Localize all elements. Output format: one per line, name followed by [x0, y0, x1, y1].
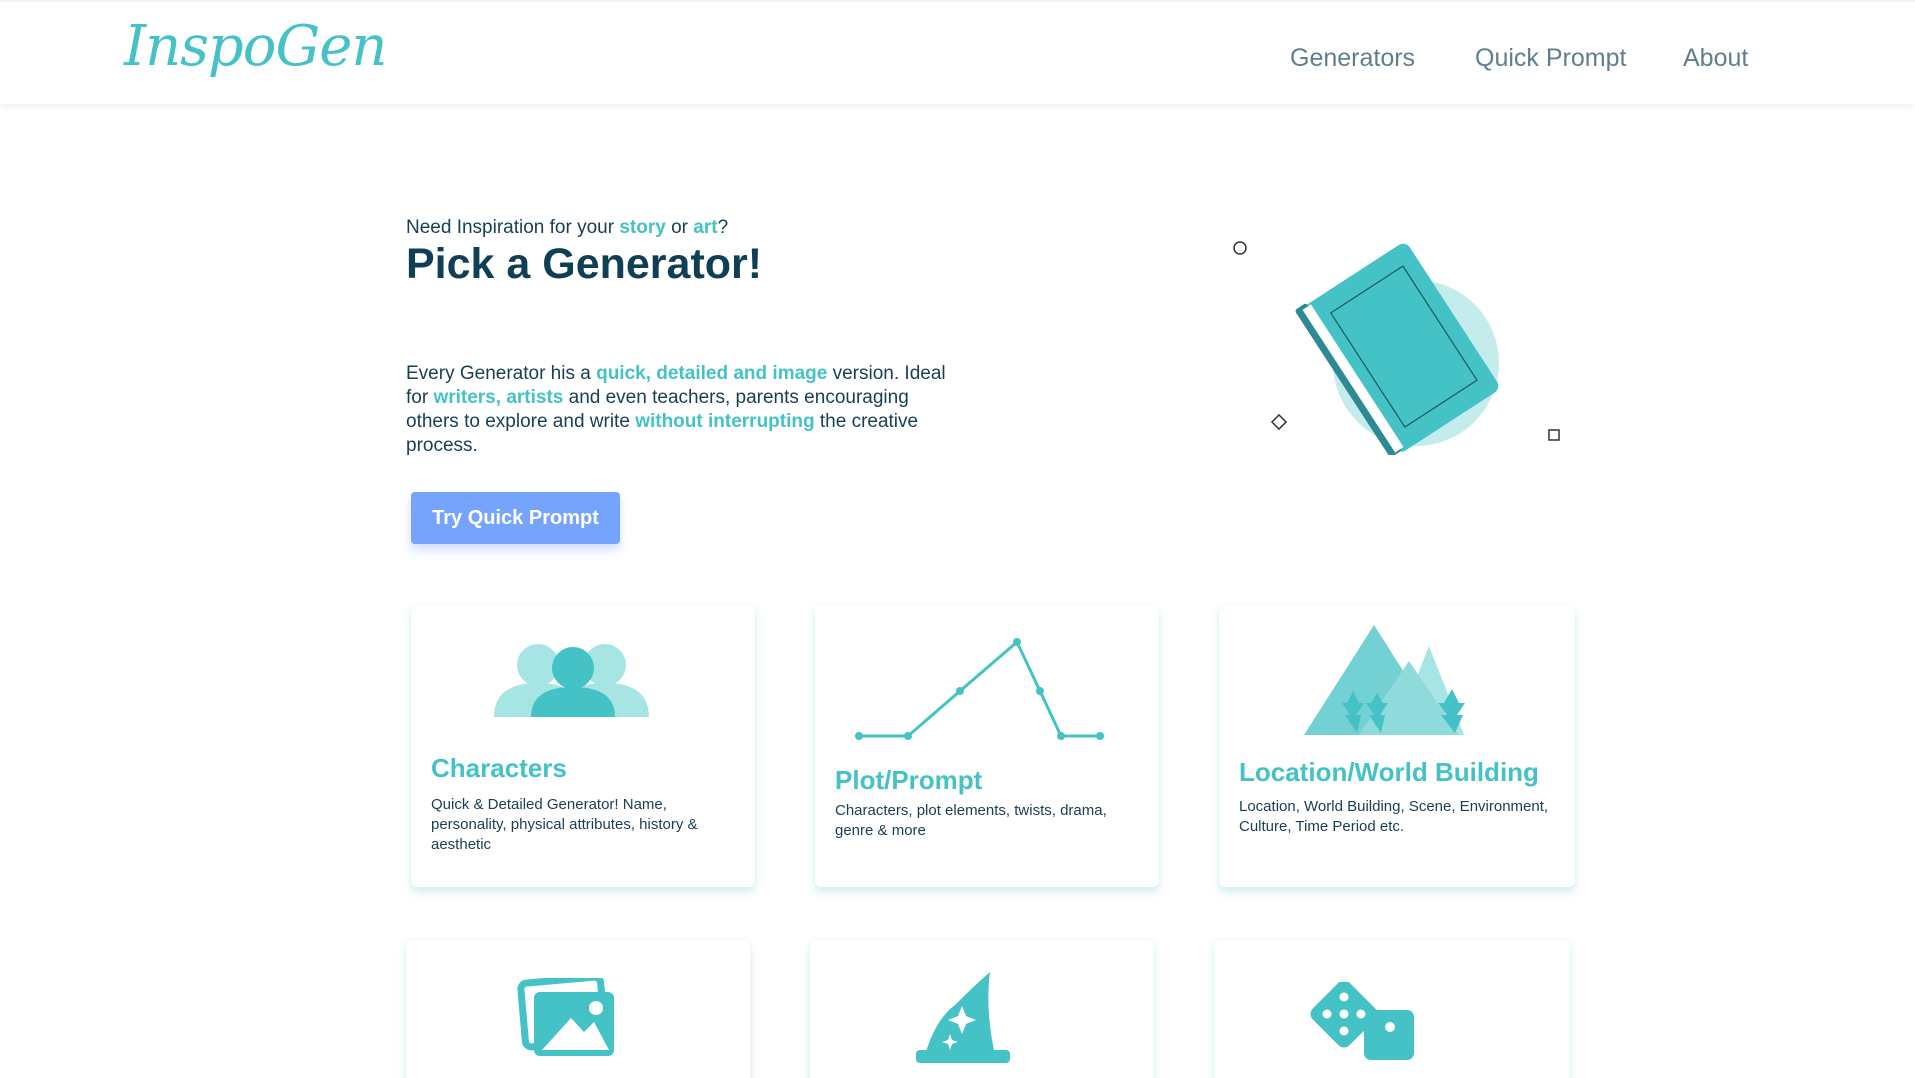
- nav-quick-prompt-link[interactable]: Quick Prompt: [1475, 44, 1626, 73]
- random-generator-card[interactable]: [1214, 940, 1570, 1078]
- kicker-art: art: [693, 217, 718, 238]
- desc-accent-1: quick, detailed and image: [596, 363, 828, 384]
- desc-accent-3: without interrupting: [635, 411, 815, 432]
- card-title: Characters: [431, 753, 567, 783]
- plot-graph-icon: [855, 638, 1104, 740]
- location-world-building-card[interactable]: Location/World Building Location, World …: [1219, 605, 1575, 887]
- navbar: InspoGen Generators Quick Prompt About: [0, 0, 1915, 104]
- mountains-icon: [1304, 625, 1465, 735]
- characters-card[interactable]: Characters Quick & Detailed Generator! N…: [411, 605, 755, 887]
- hero-kicker: Need Inspiration for your story or art?: [406, 217, 728, 239]
- card-title: Location/World Building: [1239, 757, 1539, 787]
- nav-generators-link[interactable]: Generators: [1290, 44, 1415, 73]
- desc-text-1: Every Generator his a: [406, 363, 597, 384]
- page-title: Pick a Generator!: [406, 240, 763, 288]
- try-quick-prompt-button[interactable]: Try Quick Prompt: [411, 492, 620, 544]
- desc-accent-2: writers, artists: [433, 387, 564, 408]
- hero-description: Every Generator his a quick, detailed an…: [406, 362, 946, 458]
- wizard-hat-icon: [916, 972, 1010, 1063]
- kicker-text: Need Inspiration for your: [406, 217, 620, 238]
- kicker-story: story: [619, 217, 666, 238]
- image-generator-card[interactable]: [406, 940, 750, 1078]
- nav-about-link[interactable]: About: [1683, 44, 1748, 73]
- card-title: Plot/Prompt: [835, 765, 983, 795]
- plot-prompt-card[interactable]: Plot/Prompt Characters, plot elements, t…: [815, 605, 1159, 887]
- logo[interactable]: InspoGen: [124, 14, 387, 79]
- people-icon: [494, 644, 649, 717]
- card-description: Quick & Detailed Generator! Name, person…: [431, 796, 698, 853]
- kicker-or: or: [665, 217, 694, 238]
- images-icon: [517, 978, 614, 1056]
- card-description: Location, World Building, Scene, Environ…: [1239, 798, 1549, 835]
- kicker-suffix: ?: [717, 217, 729, 238]
- fantasy-generator-card[interactable]: [810, 940, 1154, 1078]
- book-illustration-icon: [1233, 241, 1560, 455]
- dice-icon: [1310, 982, 1414, 1060]
- card-description: Characters, plot elements, twists, drama…: [835, 802, 1107, 839]
